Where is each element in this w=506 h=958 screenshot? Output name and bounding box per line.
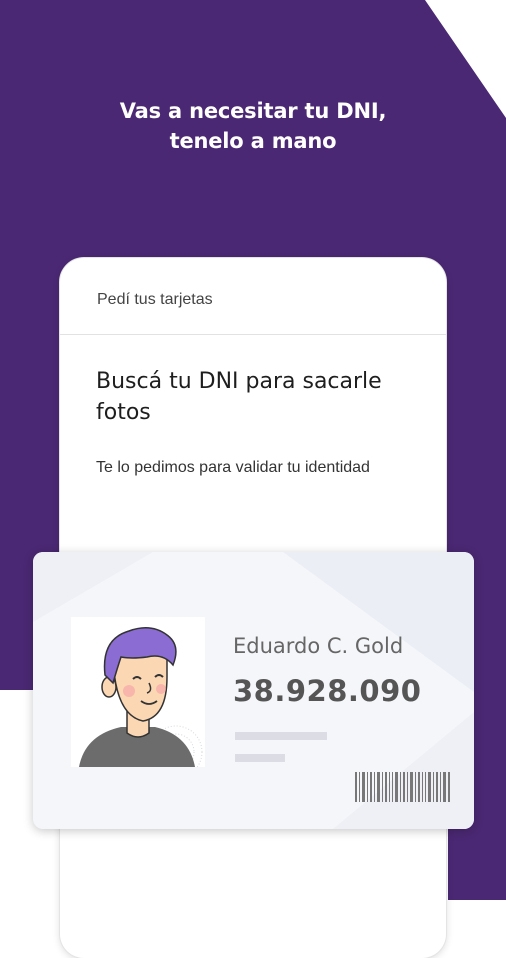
placeholder-line-short xyxy=(235,754,285,762)
phone-header-title: Pedí tus tarjetas xyxy=(97,291,213,308)
headline-line-1: Vas a necesitar tu DNI, xyxy=(119,99,387,123)
card-holder-name: Eduardo C. Gold xyxy=(233,634,404,658)
placeholder-line xyxy=(235,732,327,740)
avatar xyxy=(71,617,205,779)
onboarding-headline: Vas a necesitar tu DNI, tenelo a mano xyxy=(0,96,506,156)
headline-line-2: tenelo a mano xyxy=(169,129,337,153)
dni-card: Eduardo C. Gold 38.928.090 xyxy=(33,552,474,829)
card-title: Buscá tu DNI para sacarle fotos xyxy=(96,369,382,425)
avatar-illustration-icon xyxy=(79,627,203,779)
card-description: Te lo pedimos para validar tu identidad xyxy=(96,459,370,476)
phone-header: Pedí tus tarjetas xyxy=(60,258,446,335)
dni-number: 38.928.090 xyxy=(233,674,422,708)
barcode-icon xyxy=(355,772,450,802)
